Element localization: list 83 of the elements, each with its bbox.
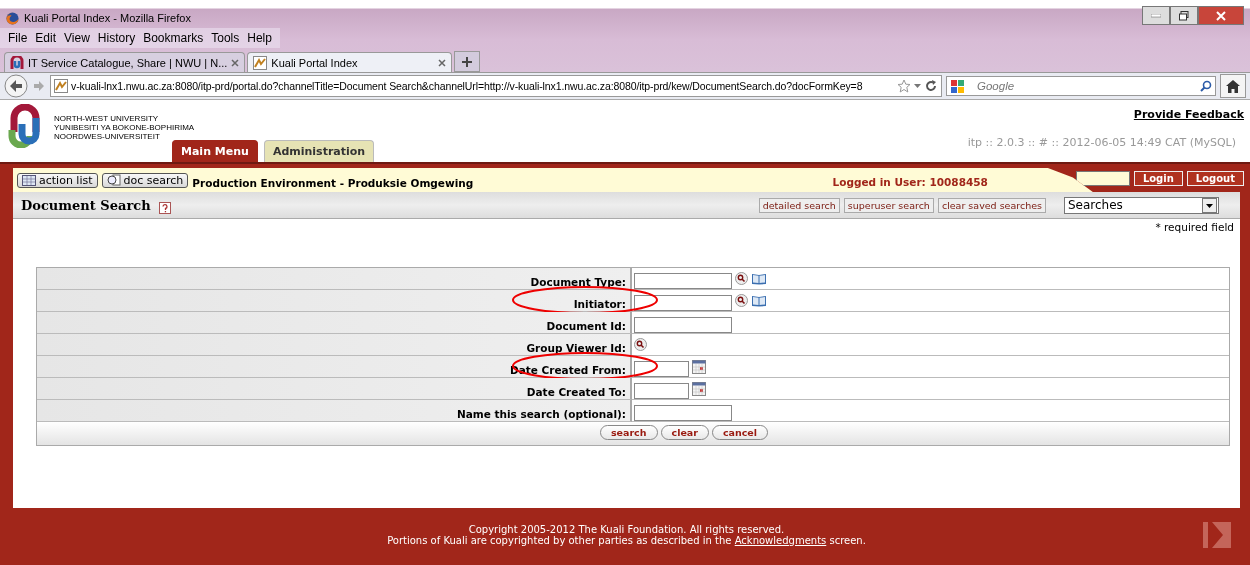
plus-icon xyxy=(462,56,473,67)
required-note: * required field xyxy=(1155,220,1235,233)
firefox-icon xyxy=(6,11,19,25)
search-icon[interactable] xyxy=(735,272,748,285)
toolbar-button[interactable]: doc search xyxy=(101,172,189,188)
page-icon xyxy=(54,79,68,93)
menu-item[interactable]: Help xyxy=(247,31,272,45)
acknowledgments-link[interactable]: Acknowledgments xyxy=(734,534,827,546)
menu-item[interactable]: Bookmarks xyxy=(143,31,204,45)
help-icon[interactable] xyxy=(158,202,171,214)
restore-icon xyxy=(1179,10,1189,21)
search-option-button[interactable]: detailed search xyxy=(758,197,840,213)
window-title: Kuali Portal Index - Mozilla Firefox xyxy=(24,12,191,24)
menu-item[interactable]: Edit xyxy=(35,31,57,45)
feedback-link[interactable]: Provide Feedback xyxy=(1133,108,1244,121)
new-tab-button[interactable] xyxy=(454,51,481,72)
search-icon[interactable] xyxy=(634,338,647,351)
logged-in-user: Logged in User: 10088458 xyxy=(832,176,988,188)
caret-icon[interactable] xyxy=(1202,197,1217,213)
searches-dropdown[interactable]: Searches xyxy=(1064,196,1219,214)
minimize-icon xyxy=(1151,13,1161,18)
close-tab-icon[interactable] xyxy=(438,58,447,67)
book-icon[interactable] xyxy=(751,294,767,307)
table-icon xyxy=(22,174,36,186)
browser-tab[interactable]: IT Service Catalogue, Share | NWU | N... xyxy=(4,52,246,72)
page-title: Document Search xyxy=(21,197,151,213)
search-option-button[interactable]: clear saved searches xyxy=(937,197,1046,213)
dropdown-icon[interactable] xyxy=(914,83,921,89)
field-label: Document Type: xyxy=(530,276,626,289)
search-icon[interactable] xyxy=(1200,80,1212,92)
calendar-icon[interactable] xyxy=(692,359,706,374)
portal-tab[interactable]: Administration xyxy=(263,140,375,162)
university-name: NOORDWES-UNIVERSITEIT xyxy=(54,132,161,141)
book-icon[interactable] xyxy=(751,272,767,285)
login-field[interactable] xyxy=(1075,171,1130,186)
text-field[interactable] xyxy=(634,404,732,421)
portal-tab[interactable]: Main Menu xyxy=(172,140,258,162)
logo-icon xyxy=(10,55,24,70)
home-button[interactable] xyxy=(1220,74,1246,98)
star-icon[interactable] xyxy=(897,79,911,93)
text-field[interactable] xyxy=(634,316,732,333)
field-label: Document Id: xyxy=(546,320,626,333)
search-icon[interactable] xyxy=(735,294,748,307)
magnifier-icon xyxy=(106,174,121,186)
home-icon xyxy=(1226,79,1240,93)
search-field[interactable]: Google xyxy=(946,76,1216,96)
menu-item[interactable]: History xyxy=(97,31,136,45)
address-field[interactable]: v-kuali-lnx1.nwu.ac.za:8080/itp-prd/portal.do?channelTitle=Document Search&channelUrl=http://v-kuali-lnx1.nwu.ac.za:8080/itp-prd/kew/DocumentSearch.do?docFormKey=8 xyxy=(50,75,942,97)
date-field[interactable] xyxy=(634,382,689,399)
login-button[interactable]: Login xyxy=(1133,171,1183,186)
portions-text: Portions of Kuali are copyrighted by other parties as described in the Acknowledgments screen. xyxy=(387,534,866,546)
maximize-button[interactable] xyxy=(1170,6,1198,25)
calendar-icon[interactable] xyxy=(692,381,706,396)
field-label: Name this search (optional): xyxy=(456,408,626,421)
back-button[interactable] xyxy=(4,74,28,98)
university-name: YUNIBESITI YA BOKONE-BOPHIRIMA xyxy=(54,123,195,132)
page-icon xyxy=(253,55,268,70)
logout-button[interactable]: Logout xyxy=(1186,171,1244,186)
university-name: NORTH-WEST UNIVERSITY xyxy=(54,114,160,123)
copyright-text: Copyright 2005-2012 The Kuali Foundation. All rights reserved. xyxy=(468,523,785,535)
version-info: itp :: 2.0.3 :: # :: 2012-06-05 14:49 CAT (MySQL) xyxy=(967,136,1237,149)
form-button[interactable]: search xyxy=(599,425,658,440)
kuali-logo-icon xyxy=(1202,520,1232,550)
text-field[interactable] xyxy=(634,272,732,289)
menu-item[interactable]: View xyxy=(64,31,90,45)
search-engine-icon[interactable] xyxy=(950,78,966,94)
environment-label: Production Environment - Produksie Omgewing xyxy=(192,177,474,189)
menu-item[interactable]: Tools xyxy=(211,31,240,45)
browser-tab[interactable]: Kuali Portal Index xyxy=(247,52,453,72)
form-button[interactable]: cancel xyxy=(711,425,769,440)
toolbar-button[interactable]: action list xyxy=(17,172,98,188)
close-tab-icon[interactable] xyxy=(231,58,240,67)
date-field[interactable] xyxy=(634,360,689,377)
field-label: Group Viewer Id: xyxy=(526,342,626,355)
field-label: Initiator: xyxy=(573,298,626,311)
menu-item[interactable]: File xyxy=(8,31,28,45)
field-label: Date Created To: xyxy=(526,386,626,399)
form-button[interactable]: clear xyxy=(660,425,709,440)
close-icon xyxy=(1216,10,1226,21)
search-option-button[interactable]: superuser search xyxy=(843,197,934,213)
reload-icon[interactable] xyxy=(924,79,938,93)
close-button[interactable] xyxy=(1198,6,1244,25)
text-field[interactable] xyxy=(634,294,732,311)
